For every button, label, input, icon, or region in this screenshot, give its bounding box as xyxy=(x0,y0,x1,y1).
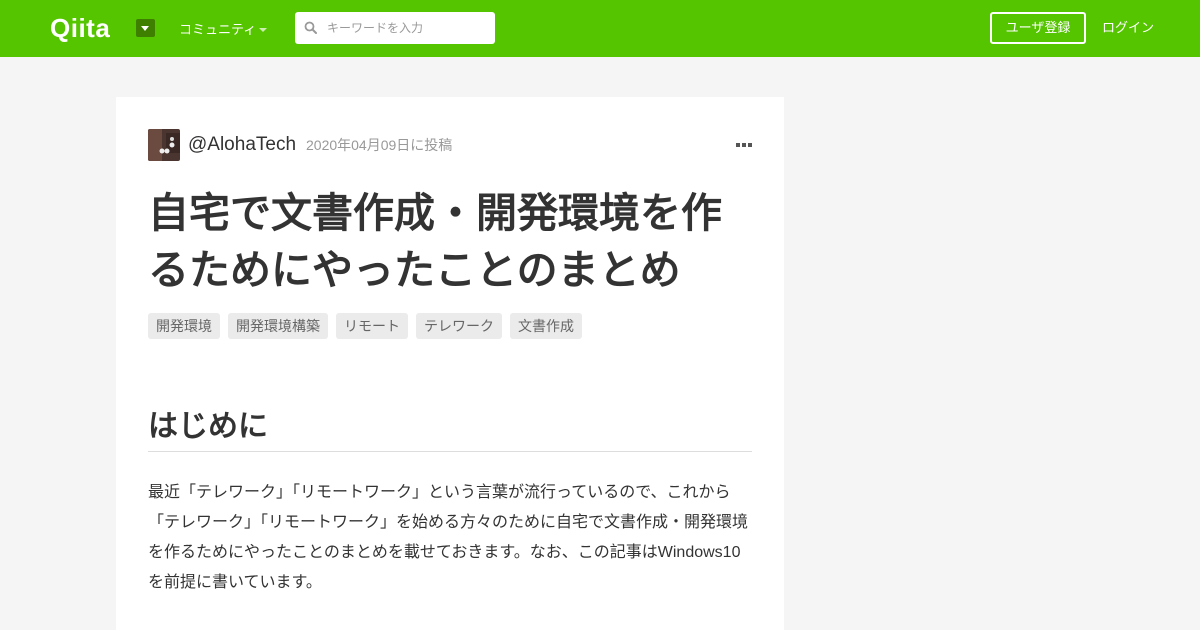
tag[interactable]: テレワーク xyxy=(416,313,502,339)
author-name[interactable]: @AlohaTech xyxy=(188,133,296,157)
community-menu[interactable]: コミュニティ xyxy=(179,21,256,39)
tag[interactable]: リモート xyxy=(336,313,408,339)
article-title: 自宅で文書作成・開発環境を作るためにやったことのまとめ xyxy=(148,190,722,293)
tag[interactable]: 文書作成 xyxy=(510,313,582,339)
avatar[interactable] xyxy=(148,129,180,161)
login-link[interactable]: ログイン xyxy=(1102,19,1154,37)
top-navbar: Qiita コミュニティ ユーザ登録 ログイン xyxy=(0,0,1200,57)
community-caret-icon xyxy=(259,28,267,32)
qiita-logo[interactable]: Qiita xyxy=(50,14,110,42)
signup-button[interactable]: ユーザ登録 xyxy=(990,12,1086,44)
more-options-icon[interactable] xyxy=(736,142,752,148)
posted-date: 2020年04月09日に投稿 xyxy=(306,137,453,153)
section-heading: はじめに xyxy=(148,405,752,452)
search-icon xyxy=(304,21,317,34)
tag[interactable]: 開発環境 xyxy=(148,313,220,339)
chevron-down-icon[interactable] xyxy=(136,19,155,37)
tag[interactable]: 開発環境構築 xyxy=(228,313,328,339)
article-card: @AlohaTech 2020年04月09日に投稿 自宅で文書作成・開発環境を作… xyxy=(116,97,784,630)
search-input[interactable] xyxy=(295,12,495,44)
article-body-paragraph: 最近「テレワーク」「リモートワーク」という言葉が流行っているので、これから「テレ… xyxy=(148,484,749,591)
tag-list: 開発環境 開発環境構築 リモート テレワーク 文書作成 xyxy=(148,313,582,339)
